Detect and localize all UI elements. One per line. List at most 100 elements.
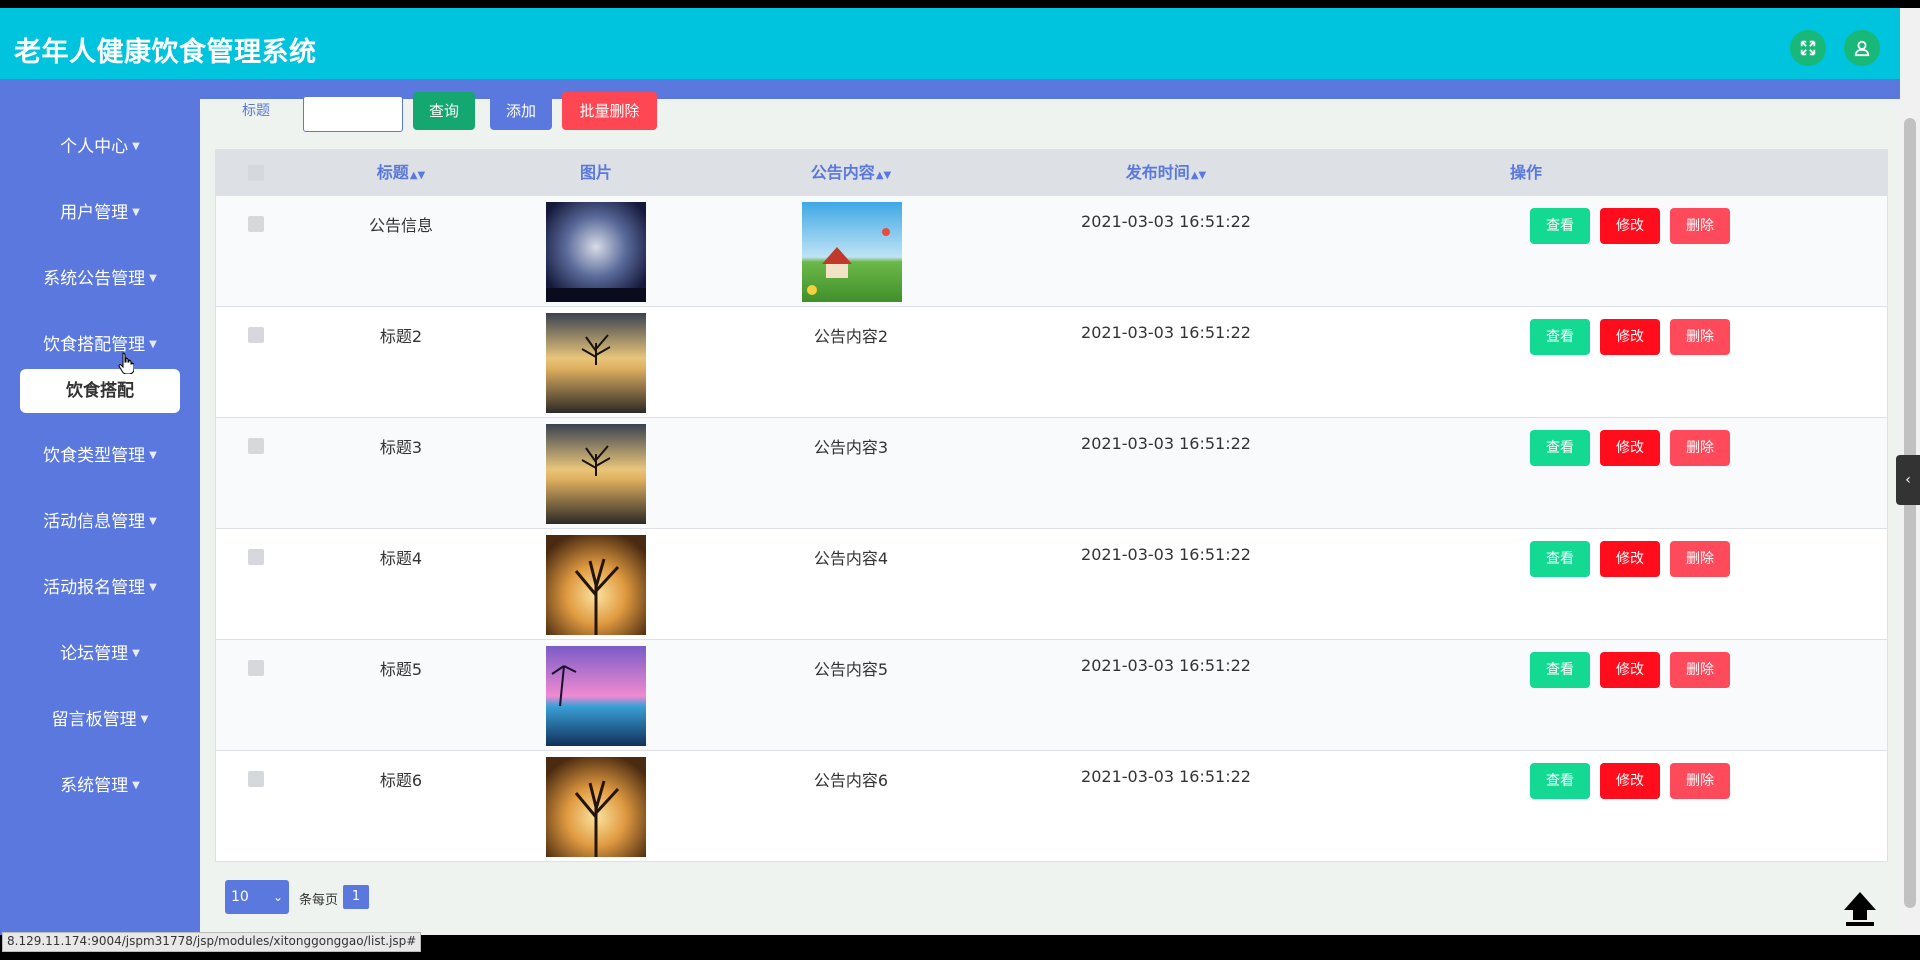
edit-button[interactable]: 修改: [1600, 541, 1660, 577]
header-label: 发布时间: [1125, 163, 1190, 182]
row-checkbox[interactable]: [248, 327, 264, 343]
table-row: 标题3 公告内容3 2021-03-03 16:51:22 查看 修改 删除: [216, 417, 1887, 528]
edit-button[interactable]: 修改: [1600, 208, 1660, 244]
caret-down-icon: ▼: [149, 339, 157, 350]
fullscreen-button[interactable]: [1790, 30, 1826, 66]
page-size-select[interactable]: 10 ⌄: [225, 880, 289, 914]
select-all-checkbox[interactable]: [248, 165, 264, 181]
row-checkbox[interactable]: [248, 216, 264, 232]
row-time: 2021-03-03 16:51:22: [1081, 212, 1251, 231]
row-checkbox[interactable]: [248, 660, 264, 676]
header-label: 公告内容: [810, 163, 875, 182]
sidebar-item-label: 留言板管理: [51, 710, 137, 730]
view-button[interactable]: 查看: [1530, 541, 1590, 577]
row-title: 标题4: [379, 549, 423, 568]
sidebar-item-activity-signup[interactable]: 活动报名管理 ▼: [0, 568, 200, 608]
column-header-content[interactable]: 公告内容▲▼: [786, 150, 916, 195]
sidebar-item-system[interactable]: 系统管理 ▼: [0, 766, 200, 806]
caret-down-icon: ▼: [149, 582, 157, 593]
nav-subbar: [0, 79, 1900, 99]
announcement-image[interactable]: [546, 535, 646, 635]
sidebar-item-label: 论坛管理: [60, 644, 129, 664]
sidebar-item-diet-matching[interactable]: 饮食搭配管理 ▼: [0, 325, 200, 365]
table-row: 公告信息 2021-03-03 16:51:22 查看 修改 删除: [216, 195, 1887, 306]
sidebar-item-label: 系统公告管理: [43, 269, 146, 289]
row-time: 2021-03-03 16:51:22: [1081, 767, 1251, 786]
row-time: 2021-03-03 16:51:22: [1081, 545, 1251, 564]
sidebar-item-label: 系统管理: [60, 776, 129, 796]
scrollbar-thumb[interactable]: [1904, 118, 1916, 908]
sidebar-item-forum[interactable]: 论坛管理 ▼: [0, 634, 200, 674]
delete-button[interactable]: 删除: [1670, 430, 1730, 466]
column-header-title[interactable]: 标题▲▼: [336, 150, 466, 195]
announcement-table: 标题▲▼ 图片 公告内容▲▼ 发布时间▲▼ 操作 公告信息 2021-03-03…: [215, 149, 1888, 862]
row-checkbox[interactable]: [248, 549, 264, 565]
table-header: 标题▲▼ 图片 公告内容▲▼ 发布时间▲▼ 操作: [216, 150, 1887, 195]
delete-button[interactable]: 删除: [1670, 652, 1730, 688]
row-title: 公告信息: [368, 216, 433, 235]
search-title-label: 标题: [242, 103, 270, 119]
table-row: 标题6 公告内容6 2021-03-03 16:51:22 查看 修改 删除: [216, 750, 1887, 861]
row-checkbox[interactable]: [248, 438, 264, 454]
sidebar-item-personal-center[interactable]: 个人中心 ▼: [0, 127, 200, 167]
collapse-tab[interactable]: ‹: [1896, 455, 1920, 505]
sidebar-item-message-board[interactable]: 留言板管理 ▼: [0, 700, 200, 740]
announcement-image[interactable]: [546, 313, 646, 413]
row-title: 标题2: [379, 327, 423, 346]
announcement-image[interactable]: [546, 202, 646, 302]
delete-button[interactable]: 删除: [1670, 208, 1730, 244]
edit-button[interactable]: 修改: [1600, 652, 1660, 688]
caret-down-icon: ▼: [149, 273, 157, 284]
sidebar-item-label: 用户管理: [60, 203, 129, 223]
caret-down-icon: ▼: [132, 141, 140, 152]
sidebar-item-users[interactable]: 用户管理 ▼: [0, 193, 200, 233]
batch-delete-button[interactable]: 批量删除: [562, 92, 657, 130]
hand-cursor-icon: [118, 352, 134, 374]
back-to-top-icon[interactable]: [1840, 890, 1880, 928]
search-title-input[interactable]: [303, 96, 403, 132]
header-label: 标题: [376, 163, 409, 182]
edit-button[interactable]: 修改: [1600, 430, 1660, 466]
page-button-current[interactable]: 1: [343, 885, 369, 909]
announcement-image[interactable]: [546, 757, 646, 857]
edit-button[interactable]: 修改: [1600, 319, 1660, 355]
query-button[interactable]: 查询: [413, 92, 475, 130]
announcement-image[interactable]: [546, 646, 646, 746]
page-size-value: 10: [231, 889, 249, 905]
table-row: 标题5 公告内容5 2021-03-03 16:51:22 查看 修改 删除: [216, 639, 1887, 750]
caret-down-icon: ▼: [140, 714, 149, 725]
user-button[interactable]: [1844, 30, 1880, 66]
announcement-image[interactable]: [546, 424, 646, 524]
row-content: 公告内容6: [813, 771, 889, 790]
caret-down-icon: ▼: [149, 450, 157, 461]
delete-button[interactable]: 删除: [1670, 319, 1730, 355]
view-button[interactable]: 查看: [1530, 763, 1590, 799]
caret-down-icon: ▼: [132, 207, 140, 218]
sidebar-item-activity-info[interactable]: 活动信息管理 ▼: [0, 502, 200, 542]
row-time: 2021-03-03 16:51:22: [1081, 323, 1251, 342]
delete-button[interactable]: 删除: [1670, 541, 1730, 577]
chevron-down-icon: ⌄: [272, 890, 283, 904]
row-checkbox[interactable]: [248, 771, 264, 787]
sidebar-item-announcements[interactable]: 系统公告管理 ▼: [0, 259, 200, 299]
sidebar-subitem-diet-matching[interactable]: 饮食搭配: [20, 369, 180, 413]
column-header-time[interactable]: 发布时间▲▼: [1096, 150, 1236, 195]
edit-button[interactable]: 修改: [1600, 763, 1660, 799]
sidebar-item-diet-types[interactable]: 饮食类型管理 ▼: [0, 436, 200, 476]
row-time: 2021-03-03 16:51:22: [1081, 656, 1251, 675]
row-content: 公告内容2: [813, 327, 889, 346]
view-button[interactable]: 查看: [1530, 430, 1590, 466]
row-content: 公告内容5: [813, 660, 889, 679]
view-button[interactable]: 查看: [1530, 208, 1590, 244]
view-button[interactable]: 查看: [1530, 319, 1590, 355]
view-button[interactable]: 查看: [1530, 652, 1590, 688]
app-title: 老年人健康饮食管理系统: [14, 37, 317, 68]
sidebar-item-label: 个人中心: [60, 137, 129, 157]
delete-button[interactable]: 删除: [1670, 763, 1730, 799]
content-image[interactable]: [802, 202, 902, 302]
row-time: 2021-03-03 16:51:22: [1081, 434, 1251, 453]
caret-down-icon: ▼: [149, 516, 157, 527]
add-button[interactable]: 添加: [490, 92, 552, 130]
column-header-actions: 操作: [1509, 163, 1542, 182]
sort-icon: ▲▼: [1190, 170, 1207, 181]
